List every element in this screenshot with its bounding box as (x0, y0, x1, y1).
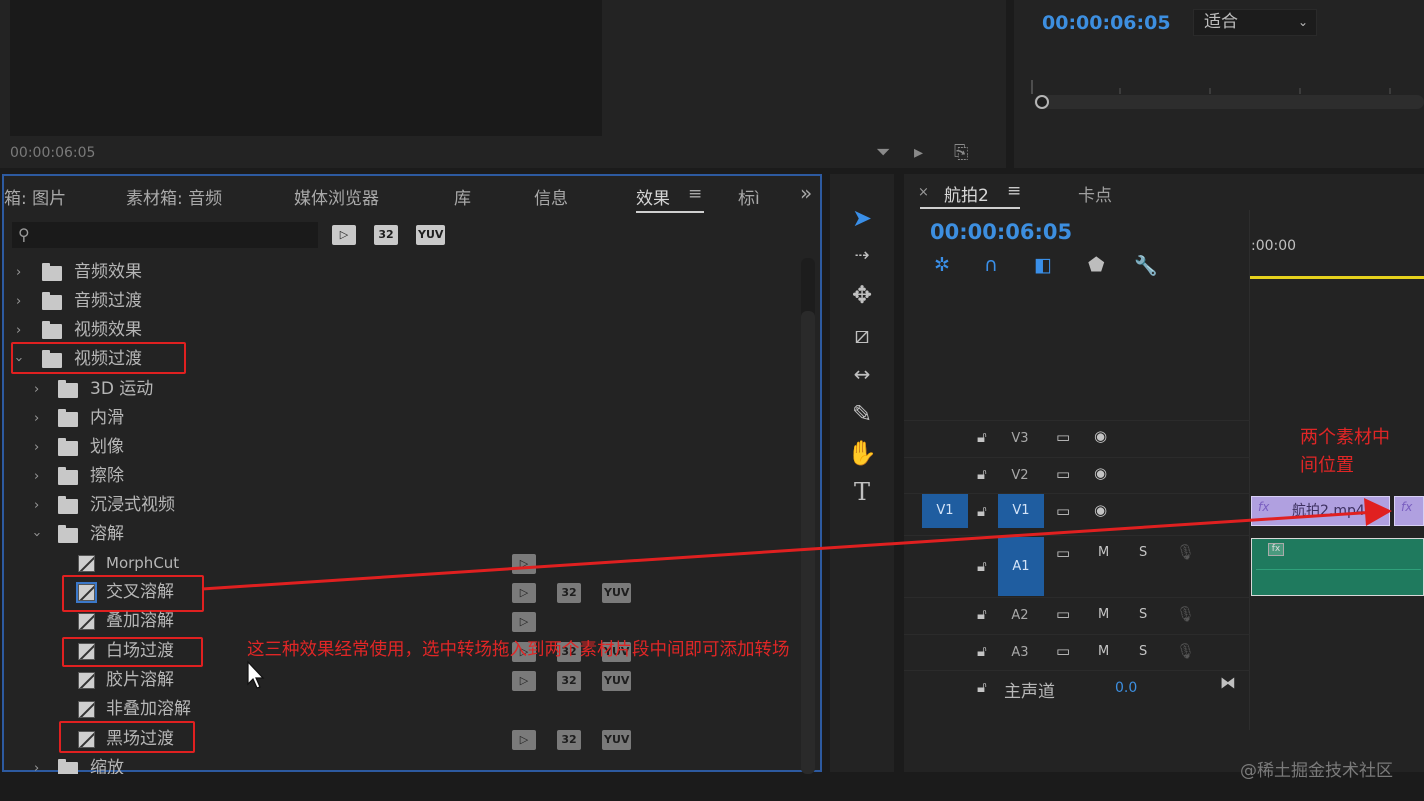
annotation-arrow (201, 498, 1392, 591)
watermark: @稀土掘金技术社区 (1240, 761, 1393, 781)
